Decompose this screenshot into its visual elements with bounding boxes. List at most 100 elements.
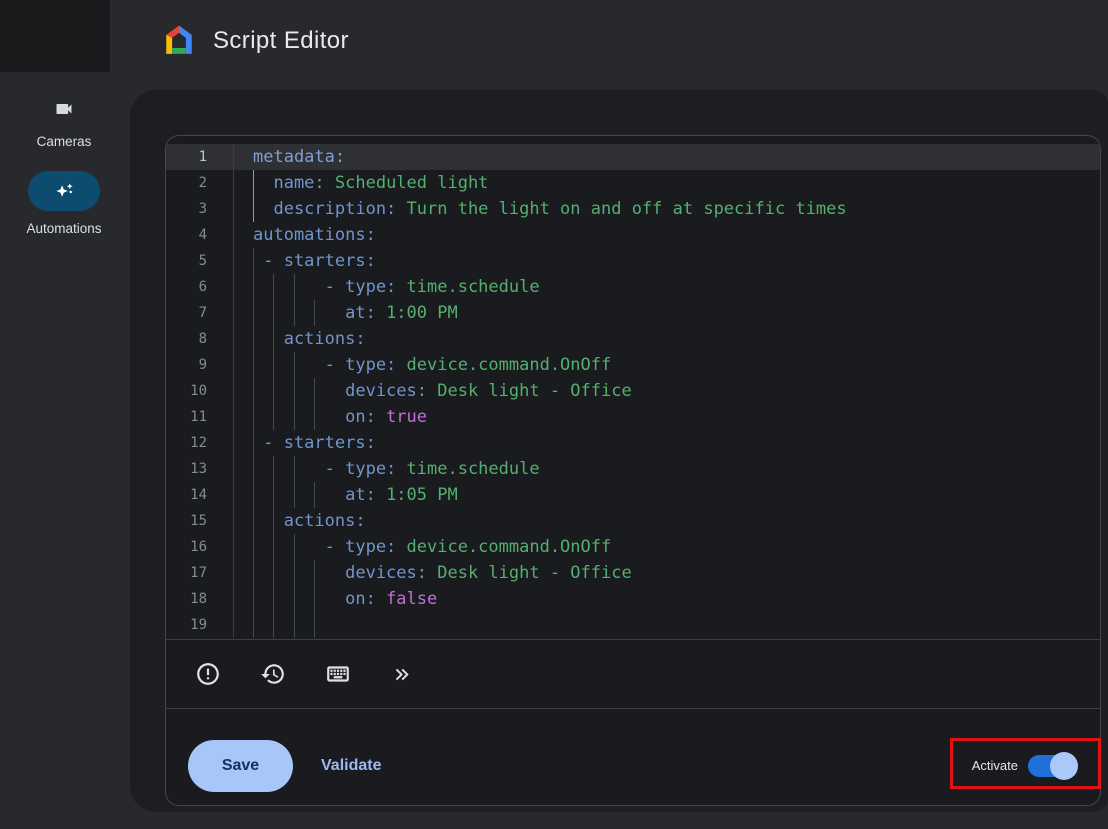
indent-guide bbox=[294, 352, 295, 378]
sparkle-icon bbox=[53, 180, 76, 203]
indent-guide bbox=[314, 300, 315, 326]
code-line-text: on: true bbox=[234, 404, 1100, 430]
google-home-logo bbox=[162, 23, 196, 57]
code-line[interactable]: 7 at: 1:00 PM bbox=[166, 300, 1100, 326]
indent-guide bbox=[253, 196, 254, 222]
line-number: 16 bbox=[166, 534, 234, 560]
indent-guide bbox=[273, 300, 274, 326]
double-arrow-icon bbox=[391, 663, 414, 686]
keyboard-button[interactable] bbox=[317, 654, 358, 695]
indent-guide bbox=[314, 378, 315, 404]
indent-guide bbox=[253, 274, 254, 300]
line-number: 17 bbox=[166, 560, 234, 586]
indent-guide bbox=[253, 560, 254, 586]
validate-button[interactable]: Validate bbox=[321, 757, 381, 775]
indent-guide bbox=[273, 378, 274, 404]
indent-guide bbox=[273, 560, 274, 586]
code-line-text bbox=[234, 612, 1100, 638]
indent-guide bbox=[273, 352, 274, 378]
indent-guide bbox=[294, 612, 295, 638]
line-number: 11 bbox=[166, 404, 234, 430]
line-number: 15 bbox=[166, 508, 234, 534]
code-line-text: devices: Desk light - Office bbox=[234, 378, 1100, 404]
code-line[interactable]: 6 - type: time.schedule bbox=[166, 274, 1100, 300]
indent-guide bbox=[273, 586, 274, 612]
history-button[interactable] bbox=[252, 654, 293, 695]
history-icon bbox=[260, 661, 286, 687]
code-line[interactable]: 14 at: 1:05 PM bbox=[166, 482, 1100, 508]
indent-guide bbox=[294, 482, 295, 508]
code-line[interactable]: 19 bbox=[166, 612, 1100, 638]
indent-guide bbox=[273, 404, 274, 430]
code-line[interactable]: 4automations: bbox=[166, 222, 1100, 248]
code-editor[interactable]: 1metadata:2 name: Scheduled light3 descr… bbox=[166, 136, 1100, 640]
more-tools-button[interactable] bbox=[382, 654, 423, 695]
indent-guide bbox=[294, 586, 295, 612]
indent-guide bbox=[273, 482, 274, 508]
indent-guide bbox=[314, 404, 315, 430]
save-button[interactable]: Save bbox=[188, 740, 293, 792]
error-icon bbox=[195, 661, 221, 687]
line-number: 9 bbox=[166, 352, 234, 378]
code-line-text: - type: time.schedule bbox=[234, 274, 1100, 300]
code-line[interactable]: 16 - type: device.command.OnOff bbox=[166, 534, 1100, 560]
indent-guide bbox=[253, 170, 254, 196]
line-number: 12 bbox=[166, 430, 234, 456]
line-number: 18 bbox=[166, 586, 234, 612]
indent-guide bbox=[253, 404, 254, 430]
indent-guide bbox=[253, 326, 254, 352]
indent-guide bbox=[273, 326, 274, 352]
indent-guide bbox=[253, 586, 254, 612]
code-line-text: name: Scheduled light bbox=[234, 170, 1100, 196]
code-line-text: devices: Desk light - Office bbox=[234, 560, 1100, 586]
problems-button[interactable] bbox=[187, 654, 228, 695]
code-line[interactable]: 10 devices: Desk light - Office bbox=[166, 378, 1100, 404]
sidebar-item-automations-pill[interactable] bbox=[28, 171, 100, 211]
code-line-text: - starters: bbox=[234, 248, 1100, 274]
code-line-text: on: false bbox=[234, 586, 1100, 612]
indent-guide bbox=[273, 612, 274, 638]
indent-guide bbox=[253, 430, 254, 456]
code-line[interactable]: 15 actions: bbox=[166, 508, 1100, 534]
code-line[interactable]: 3 description: Turn the light on and off… bbox=[166, 196, 1100, 222]
code-line[interactable]: 1metadata: bbox=[166, 144, 1100, 170]
indent-guide bbox=[294, 560, 295, 586]
highlight-annotation bbox=[950, 738, 1101, 789]
window-corner bbox=[0, 0, 110, 72]
code-line-text: at: 1:00 PM bbox=[234, 300, 1100, 326]
code-line[interactable]: 18 on: false bbox=[166, 586, 1100, 612]
code-line-text: automations: bbox=[234, 222, 1100, 248]
code-line-text: - type: device.command.OnOff bbox=[234, 352, 1100, 378]
page-title: Script Editor bbox=[213, 27, 349, 55]
indent-guide bbox=[273, 274, 274, 300]
keyboard-icon bbox=[325, 661, 351, 687]
code-line[interactable]: 17 devices: Desk light - Office bbox=[166, 560, 1100, 586]
indent-guide bbox=[253, 300, 254, 326]
line-number: 8 bbox=[166, 326, 234, 352]
indent-guide bbox=[294, 300, 295, 326]
editor-toolbar bbox=[166, 640, 1100, 709]
line-number: 4 bbox=[166, 222, 234, 248]
code-line[interactable]: 11 on: true bbox=[166, 404, 1100, 430]
code-line[interactable]: 8 actions: bbox=[166, 326, 1100, 352]
line-number: 1 bbox=[166, 144, 234, 170]
code-line[interactable]: 12 - starters: bbox=[166, 430, 1100, 456]
indent-guide bbox=[294, 534, 295, 560]
indent-guide bbox=[294, 404, 295, 430]
indent-guide bbox=[273, 508, 274, 534]
code-line-text: - starters: bbox=[234, 430, 1100, 456]
line-number: 2 bbox=[166, 170, 234, 196]
indent-guide bbox=[253, 612, 254, 638]
videocam-icon[interactable] bbox=[54, 99, 74, 119]
indent-guide bbox=[253, 248, 254, 274]
sidebar-item-cameras[interactable]: Cameras bbox=[0, 134, 128, 149]
code-line[interactable]: 13 - type: time.schedule bbox=[166, 456, 1100, 482]
code-line[interactable]: 5 - starters: bbox=[166, 248, 1100, 274]
code-line[interactable]: 9 - type: device.command.OnOff bbox=[166, 352, 1100, 378]
code-line-text: metadata: bbox=[234, 144, 1100, 170]
indent-guide bbox=[253, 482, 254, 508]
code-line-text: actions: bbox=[234, 326, 1100, 352]
sidebar-item-automations-label[interactable]: Automations bbox=[0, 221, 128, 236]
code-line[interactable]: 2 name: Scheduled light bbox=[166, 170, 1100, 196]
indent-guide bbox=[273, 456, 274, 482]
